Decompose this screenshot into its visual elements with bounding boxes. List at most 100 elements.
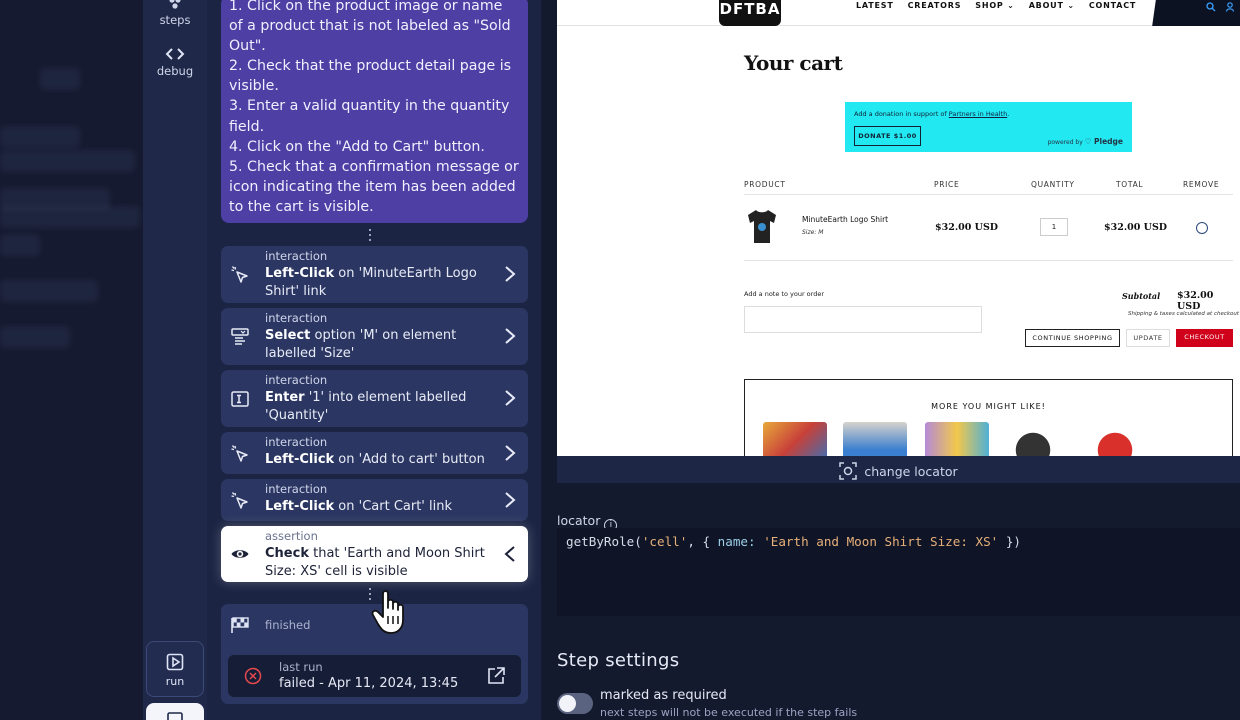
recommendation-item[interactable] bbox=[1001, 422, 1065, 456]
nav-link[interactable]: CREATORS bbox=[908, 1, 962, 10]
last-run-status: failed - Apr 11, 2024, 13:45 bbox=[279, 676, 459, 691]
continue-shopping-button[interactable]: CONTINUE SHOPPING bbox=[1025, 329, 1120, 347]
prompt-text: 1. Click on the product image or name of… bbox=[229, 0, 519, 215]
nav-link[interactable]: CONTACT bbox=[1089, 1, 1136, 10]
required-toggle[interactable] bbox=[557, 693, 593, 714]
chevron-right-icon[interactable] bbox=[504, 327, 516, 345]
checkout-button[interactable]: CHECKOUT bbox=[1176, 329, 1233, 347]
col-header-quantity: QUANTITY bbox=[1031, 180, 1075, 189]
step-kind: assertion bbox=[265, 529, 318, 543]
site-nav: DFTBA LATEST CREATORS SHOP ⌄ ABOUT ⌄ CON… bbox=[557, 0, 1240, 26]
user-icon[interactable] bbox=[1225, 2, 1235, 12]
debug-nav-item[interactable]: debug bbox=[143, 47, 207, 78]
change-locator-button[interactable]: change locator bbox=[557, 456, 1240, 483]
chevron-right-icon[interactable] bbox=[504, 389, 516, 407]
browser-screenshot: DFTBA LATEST CREATORS SHOP ⌄ ABOUT ⌄ CON… bbox=[557, 0, 1240, 456]
shipping-note: Shipping & taxes calculated at checkout bbox=[1128, 311, 1240, 317]
finished-label: finished bbox=[265, 618, 311, 632]
detail-panel: DFTBA LATEST CREATORS SHOP ⌄ ABOUT ⌄ CON… bbox=[541, 0, 1240, 720]
text-input-icon bbox=[231, 391, 249, 407]
step-description: Select option 'M' on element labelled 'S… bbox=[265, 328, 457, 361]
remove-checkbox[interactable] bbox=[1196, 222, 1208, 234]
recommendation-item[interactable] bbox=[925, 422, 989, 456]
chevron-right-icon[interactable] bbox=[504, 265, 516, 283]
update-button[interactable]: UPDATE bbox=[1126, 329, 1170, 347]
background-panel bbox=[0, 0, 143, 720]
product-total: $32.00 USD bbox=[1104, 222, 1168, 233]
donation-text: Add a donation in support of Partners in… bbox=[854, 110, 1010, 118]
run-button[interactable]: run bbox=[146, 641, 204, 697]
required-description: next steps will not be executed if the s… bbox=[600, 706, 858, 719]
step-kind: interaction bbox=[265, 249, 328, 263]
divider bbox=[744, 260, 1233, 261]
step-kind: interaction bbox=[265, 311, 328, 325]
prompt-box[interactable]: 1. Click on the product image or name of… bbox=[221, 0, 528, 223]
step-description: Left-Click on 'Add to cart' button bbox=[265, 452, 485, 467]
step-settings-title: Step settings bbox=[557, 650, 680, 671]
site-logo[interactable]: DFTBA bbox=[719, 0, 781, 26]
eye-icon bbox=[231, 550, 249, 558]
chevron-right-icon[interactable] bbox=[504, 444, 516, 462]
cursor-click-icon bbox=[231, 266, 248, 283]
product-price: $32.00 USD bbox=[935, 222, 999, 233]
step-card[interactable]: interaction Left-Click on 'Cart Cart' li… bbox=[221, 479, 528, 521]
cursor-click-icon bbox=[231, 445, 248, 462]
chevron-right-icon[interactable] bbox=[504, 491, 516, 509]
search-icon[interactable] bbox=[1206, 2, 1216, 12]
failed-x-icon bbox=[244, 667, 262, 685]
chevron-left-icon[interactable] bbox=[504, 545, 516, 563]
icon-rail: steps debug run bbox=[143, 0, 207, 720]
step-card[interactable]: interaction Enter '1' into element label… bbox=[221, 370, 528, 427]
steps-nav-item[interactable]: steps bbox=[143, 0, 207, 27]
last-run-label: last run bbox=[279, 660, 323, 674]
target-locator-icon bbox=[839, 462, 858, 480]
donation-banner: Add a donation in support of Partners in… bbox=[845, 102, 1132, 152]
product-name[interactable]: MinuteEarth Logo Shirt bbox=[802, 215, 888, 224]
step-kind: interaction bbox=[265, 435, 328, 449]
subtotal-value: $32.00 USD bbox=[1177, 290, 1214, 312]
save-button[interactable] bbox=[146, 703, 204, 720]
change-locator-label: change locator bbox=[864, 464, 958, 479]
step-description: Enter '1' into element labelled 'Quantit… bbox=[265, 390, 467, 423]
play-icon bbox=[166, 653, 184, 671]
step-description: Check that 'Earth and Moon Shirt Size: X… bbox=[265, 546, 485, 579]
nav-link[interactable]: LATEST bbox=[856, 1, 894, 10]
step-kind: interaction bbox=[265, 373, 328, 387]
select-option-icon bbox=[231, 328, 249, 345]
col-header-price: PRICE bbox=[934, 180, 960, 189]
cursor-click-icon bbox=[231, 492, 248, 509]
connector-dots bbox=[368, 229, 372, 241]
recommendation-item[interactable] bbox=[763, 422, 827, 456]
step-card[interactable]: interaction Left-Click on 'MinuteEarth L… bbox=[221, 246, 528, 303]
step-card-selected[interactable]: assertion Check that 'Earth and Moon Shi… bbox=[221, 526, 528, 582]
external-link-icon[interactable] bbox=[486, 666, 506, 686]
steps-panel: 1. Click on the product image or name of… bbox=[207, 0, 541, 720]
donate-button[interactable]: DONATE $1.00 bbox=[854, 126, 921, 146]
recommendations: MORE YOU MIGHT LIKE! bbox=[744, 379, 1233, 456]
debug-label: debug bbox=[156, 64, 194, 78]
col-header-total: TOTAL bbox=[1116, 180, 1144, 189]
locator-code[interactable]: getByRole('cell', { name: 'Earth and Moo… bbox=[566, 534, 1021, 549]
nav-link[interactable]: ABOUT ⌄ bbox=[1029, 1, 1075, 10]
product-thumbnail[interactable] bbox=[745, 208, 779, 244]
finish-flag-icon bbox=[231, 617, 249, 633]
nav-link[interactable]: SHOP ⌄ bbox=[975, 1, 1014, 10]
step-card[interactable]: interaction Select option 'M' on element… bbox=[221, 308, 528, 365]
locator-code-editor[interactable]: getByRole('cell', { name: 'Earth and Moo… bbox=[557, 528, 1240, 616]
step-kind: interaction bbox=[265, 482, 328, 496]
code-brackets-icon bbox=[165, 48, 185, 60]
run-label: run bbox=[165, 675, 185, 688]
recommendation-item[interactable] bbox=[843, 422, 907, 456]
hand-cursor-icon bbox=[371, 590, 404, 634]
recommendation-item[interactable] bbox=[1083, 422, 1147, 456]
required-label: marked as required bbox=[600, 688, 727, 703]
note-textarea[interactable] bbox=[744, 306, 982, 333]
col-header-remove: REMOVE bbox=[1183, 180, 1220, 189]
product-size: Size: M bbox=[802, 229, 824, 236]
subtotal-label: Subtotal bbox=[1122, 291, 1161, 301]
cart-title: Your cart bbox=[744, 51, 843, 75]
quantity-input[interactable]: 1 bbox=[1040, 218, 1068, 236]
step-card[interactable]: interaction Left-Click on 'Add to cart' … bbox=[221, 432, 528, 474]
donation-link[interactable]: Partners in Health bbox=[949, 110, 1007, 118]
last-run-box[interactable]: last run failed - Apr 11, 2024, 13:45 bbox=[228, 655, 521, 697]
